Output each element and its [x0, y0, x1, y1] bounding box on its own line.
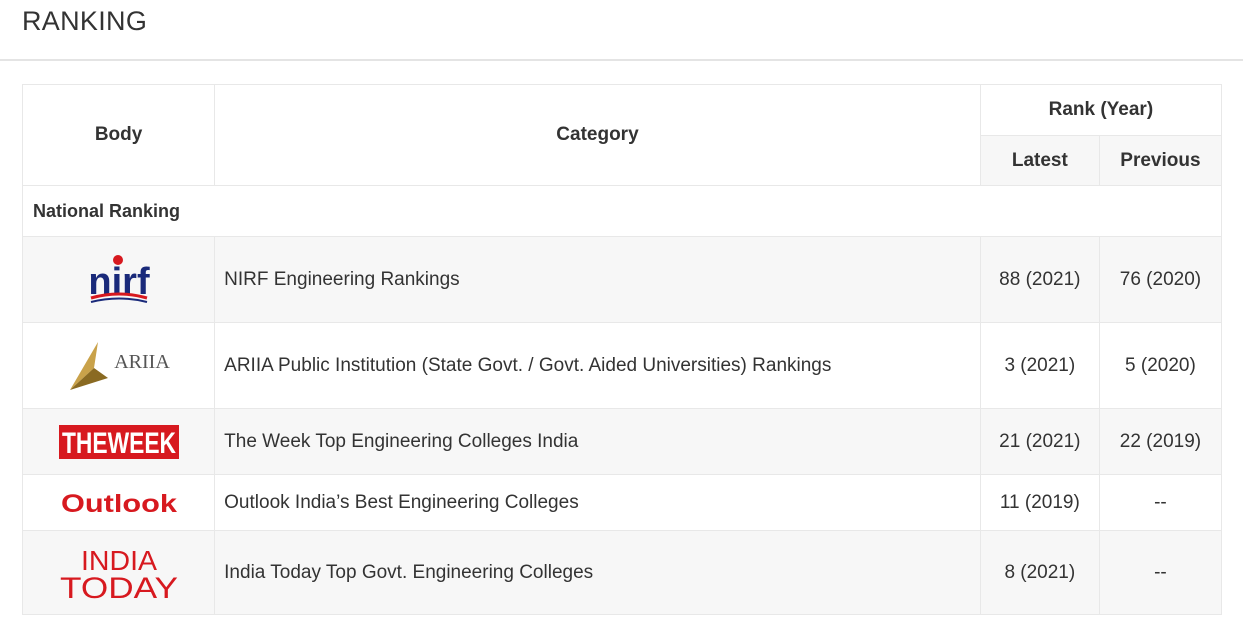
the-week-logo: THEWEEK: [58, 424, 179, 459]
category-cell: ARIIA Public Institution (State Govt. / …: [214, 322, 981, 409]
header-previous: Previous: [1098, 135, 1223, 186]
previous-rank-cell: 76 (2020): [1098, 236, 1223, 323]
table-row: THEWEEK The Week Top Engineering College…: [21, 408, 1223, 475]
table-row: nirf NIRF Engineering Rankings 88 (2021)…: [21, 236, 1223, 323]
category-cell: NIRF Engineering Rankings: [214, 236, 981, 323]
previous-rank-cell: --: [1098, 530, 1223, 615]
page-header: RANKING: [0, 0, 1243, 61]
table-row: INDIA TODAY India Today Top Govt. Engine…: [21, 530, 1223, 615]
section-national-ranking: National Ranking: [22, 185, 1222, 237]
table-row: ARIIA ARIIA Public Institution (State Go…: [21, 322, 1223, 409]
category-cell: The Week Top Engineering Colleges India: [214, 408, 981, 475]
body-cell: ARIIA: [21, 322, 216, 409]
body-cell: Outlook: [21, 474, 216, 531]
outlook-logo: Outlook: [61, 490, 177, 518]
page-title: RANKING: [22, 6, 148, 36]
header-rank-year: Rank (Year): [979, 84, 1223, 136]
latest-rank-cell: 3 (2021): [979, 322, 1100, 409]
india-today-logo: INDIA TODAY: [60, 545, 178, 601]
latest-rank-cell: 8 (2021): [979, 530, 1100, 615]
table-row: Outlook Outlook India’s Best Engineering…: [21, 474, 1223, 531]
latest-rank-cell: 11 (2019): [979, 474, 1100, 531]
body-cell: INDIA TODAY: [21, 530, 216, 615]
ariia-logo: ARIIA: [69, 341, 170, 390]
header-body: Body: [21, 84, 216, 186]
ranking-table: Body Category Rank (Year) Latest Previou…: [21, 84, 1223, 615]
category-cell: India Today Top Govt. Engineering Colleg…: [214, 530, 981, 615]
ariia-logo-text: ARIIA: [114, 351, 170, 373]
previous-rank-cell: --: [1098, 474, 1223, 531]
header-category: Category: [214, 84, 981, 186]
category-cell: Outlook India’s Best Engineering College…: [214, 474, 981, 531]
latest-rank-cell: 88 (2021): [979, 236, 1100, 323]
svg-text:TODAY: TODAY: [60, 572, 178, 601]
previous-rank-cell: 22 (2019): [1098, 408, 1223, 475]
the-week-logo-text: THEWEEK: [62, 427, 176, 459]
previous-rank-cell: 5 (2020): [1098, 322, 1223, 409]
latest-rank-cell: 21 (2021): [979, 408, 1100, 475]
body-cell: nirf: [21, 236, 216, 323]
body-cell: THEWEEK: [21, 408, 216, 475]
outlook-logo-text: Outlook: [61, 490, 177, 518]
nirf-logo: nirf: [88, 254, 150, 303]
header-latest: Latest: [979, 135, 1100, 186]
